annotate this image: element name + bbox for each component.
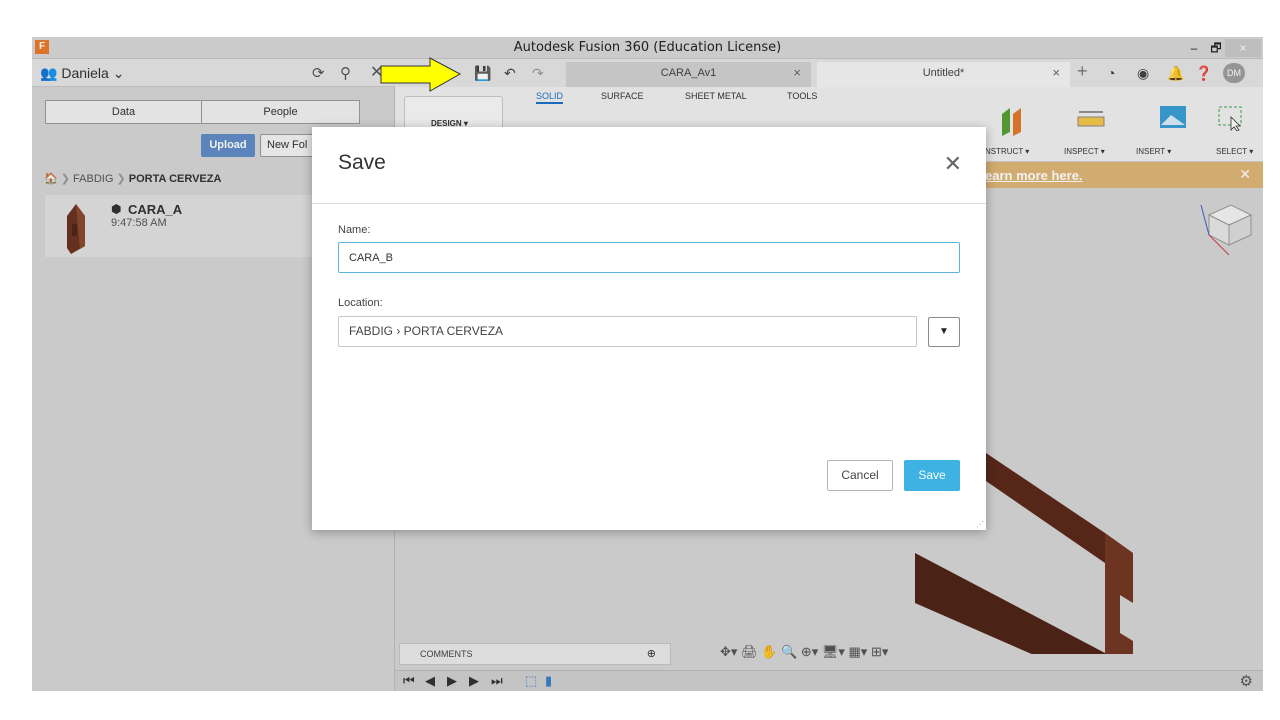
location-field[interactable]: FABDIG › PORTA CERVEZA bbox=[338, 316, 917, 347]
caret-down-icon: ▼ bbox=[939, 326, 949, 337]
dialog-divider bbox=[312, 203, 986, 204]
save-button[interactable]: Save bbox=[904, 460, 960, 491]
close-icon[interactable]: ✕ bbox=[944, 152, 962, 177]
dialog-title: Save bbox=[338, 151, 386, 174]
cancel-button[interactable]: Cancel bbox=[827, 460, 893, 491]
resize-grip-icon[interactable]: ⋰ bbox=[976, 520, 984, 529]
location-label: Location: bbox=[338, 297, 383, 309]
name-input[interactable] bbox=[338, 242, 960, 273]
annotation-arrow-icon bbox=[380, 57, 462, 92]
location-dropdown-button[interactable]: ▼ bbox=[928, 317, 960, 347]
save-dialog: Save ✕ Name: Location: FABDIG › PORTA CE… bbox=[312, 127, 986, 530]
name-label: Name: bbox=[338, 224, 371, 236]
